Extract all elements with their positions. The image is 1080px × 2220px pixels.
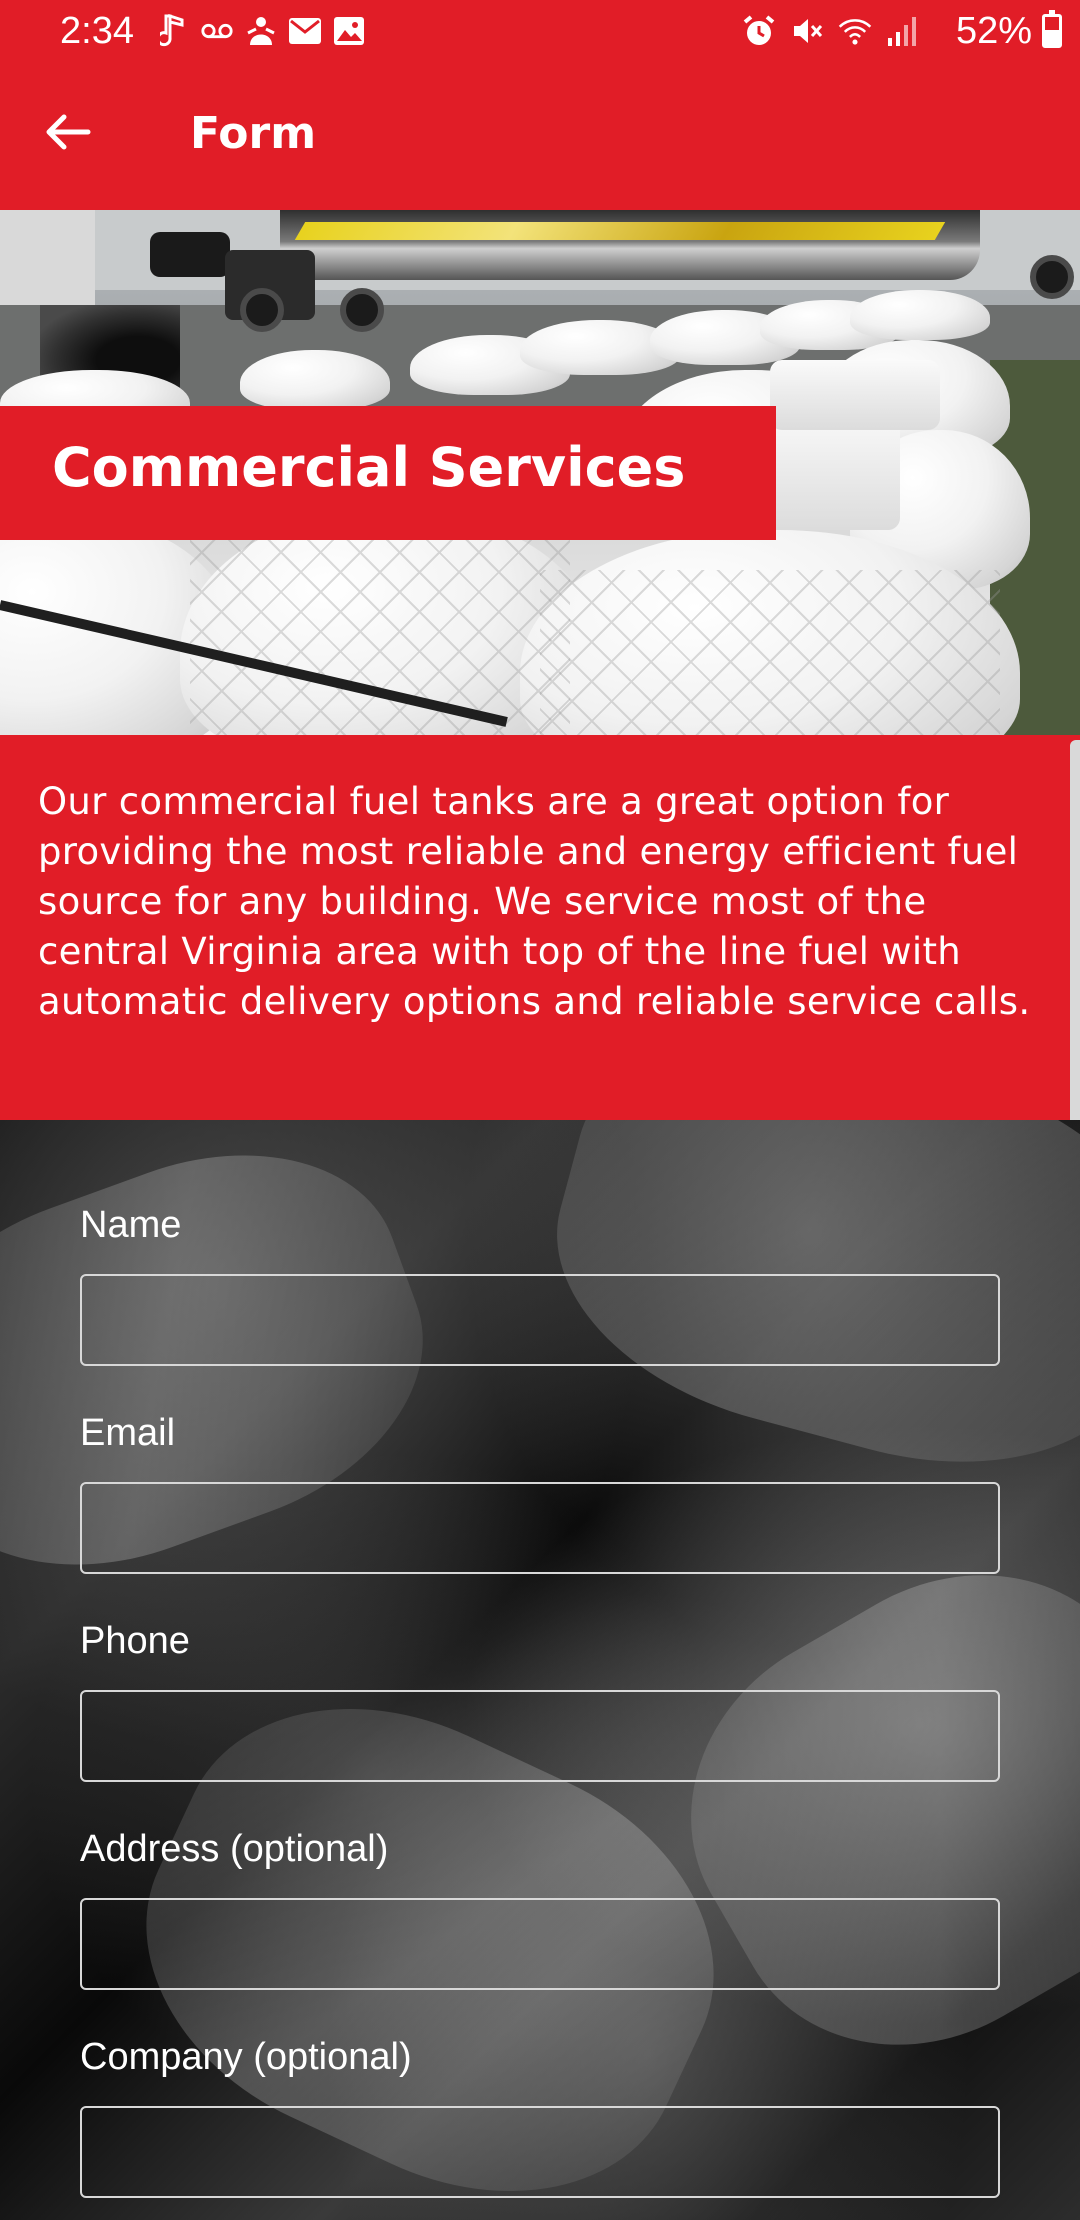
name-label: Name [80, 1204, 182, 1246]
mail-icon [288, 14, 322, 48]
phone-label: Phone [80, 1620, 190, 1662]
system-icons [742, 14, 920, 48]
back-button[interactable] [30, 102, 106, 162]
phone-input[interactable] [80, 1690, 1000, 1782]
hero-banner-title: Commercial Services [52, 436, 686, 499]
description-text: Our commercial fuel tanks are a great op… [38, 780, 1031, 1023]
hero-tank-lattice [190, 540, 570, 735]
page-title: Form [190, 108, 317, 159]
description-panel: Our commercial fuel tanks are a great op… [0, 735, 1080, 1120]
battery-icon [1042, 10, 1062, 48]
hero-tank-cap [770, 360, 940, 430]
battery-percent: 52% [955, 10, 1032, 52]
hero-shed [0, 210, 95, 305]
hero-tank [850, 290, 990, 340]
hero-banner: Commercial Services [0, 406, 776, 540]
contact-form: Name Email Phone Address (optional) Comp… [0, 1120, 1080, 2220]
email-label: Email [80, 1412, 176, 1454]
notification-icons [156, 14, 366, 48]
alarm-icon [742, 14, 776, 48]
hero-wheel [340, 288, 384, 332]
voicemail-icon [200, 14, 234, 48]
hero-wheel [240, 288, 284, 332]
signal-icon [886, 14, 920, 48]
music-note-icon [156, 14, 190, 48]
hero-pickup-truck [150, 232, 230, 277]
battery-level [1045, 30, 1059, 45]
address-input[interactable] [80, 1898, 1000, 1990]
name-input[interactable] [80, 1274, 1000, 1366]
image-icon [332, 14, 366, 48]
status-bar: 2:34 52% [0, 0, 1080, 64]
wifi-icon [838, 14, 872, 48]
mute-icon [790, 14, 824, 48]
hero-fuel-truck [280, 210, 980, 280]
arrow-left-icon [46, 114, 91, 150]
hero-tank [240, 350, 390, 410]
address-label: Address (optional) [80, 1828, 389, 1870]
hero-truck-stripe [294, 222, 946, 240]
app-bar: Form [0, 64, 1080, 210]
company-input[interactable] [80, 2106, 1000, 2198]
hero-tank-lattice [540, 570, 1000, 735]
status-time: 2:34 [60, 10, 134, 52]
hero-image: Commercial Services [0, 210, 1080, 735]
company-label: Company (optional) [80, 2036, 412, 2078]
scroll-indicator[interactable] [1070, 740, 1080, 1130]
email-input[interactable] [80, 1482, 1000, 1574]
bridgefy-icon [244, 14, 278, 48]
hero-wheel [1030, 255, 1074, 299]
